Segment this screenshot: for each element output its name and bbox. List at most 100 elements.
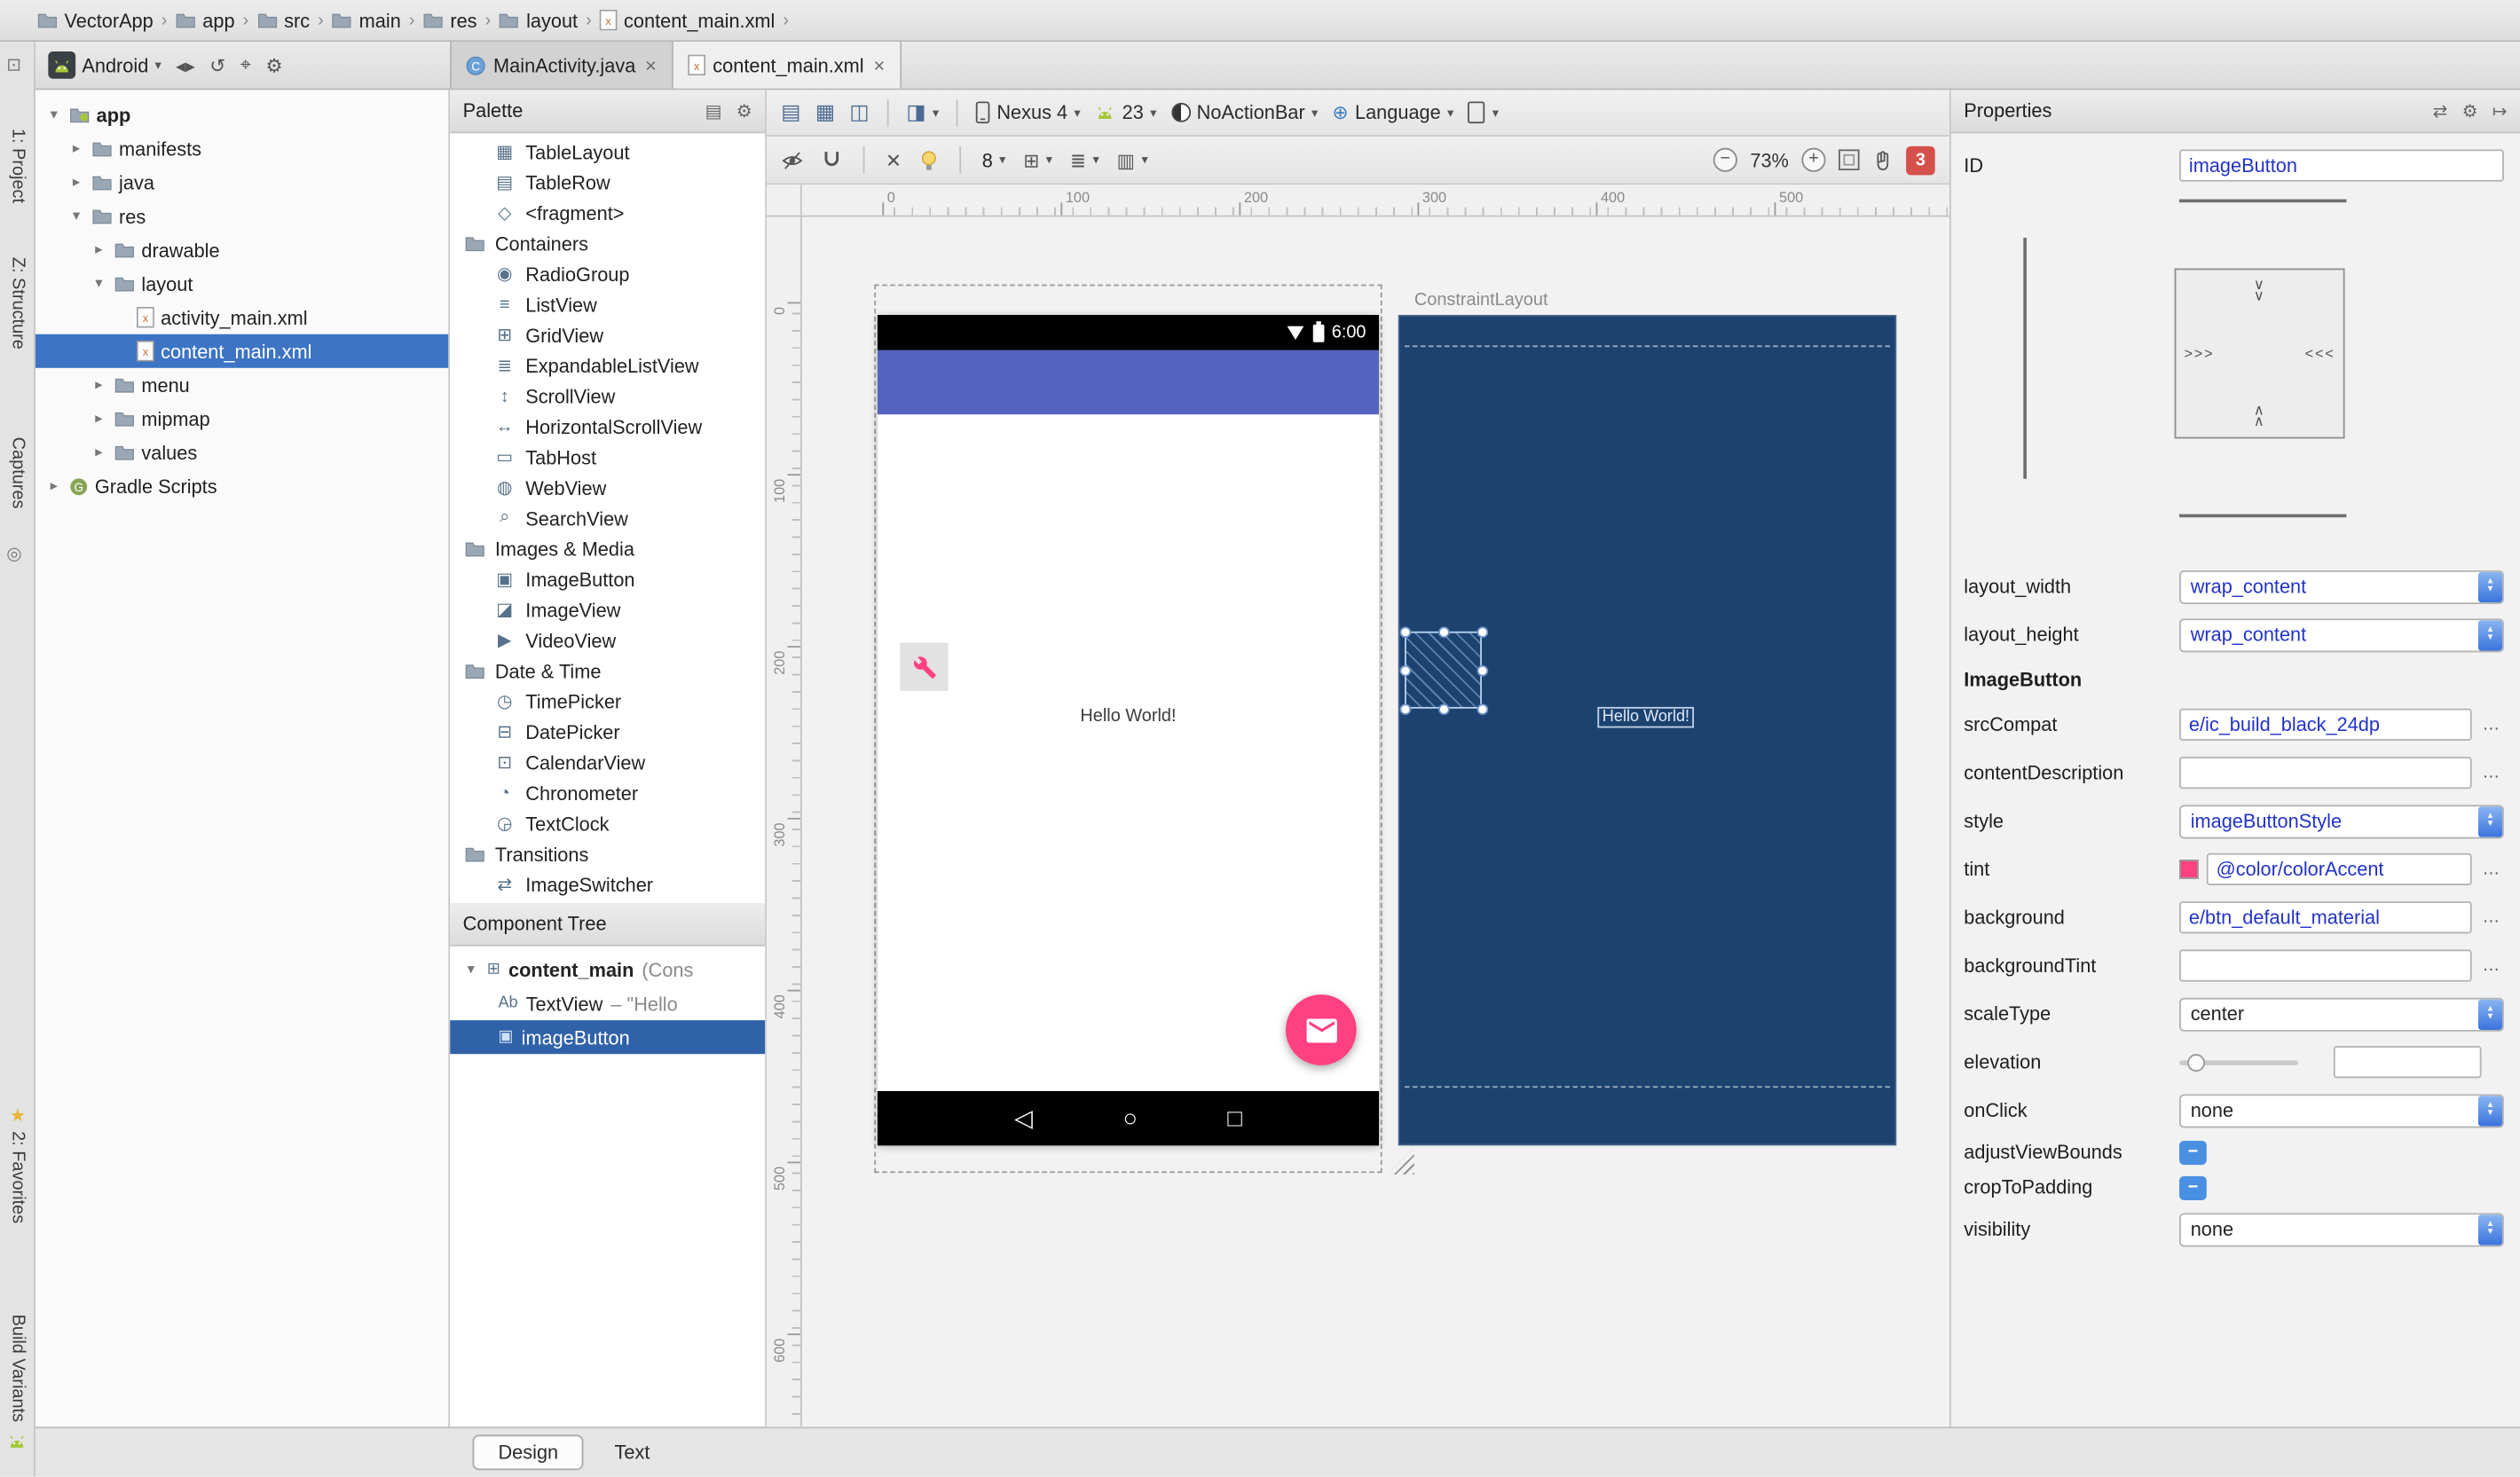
palette-item-radiogroup[interactable]: ◉ RadioGroup: [450, 259, 765, 289]
property-input-contentdescription[interactable]: [2179, 757, 2472, 790]
show-constraints-icon[interactable]: [781, 149, 803, 171]
project-tree-item-java[interactable]: ▸ java: [35, 166, 448, 200]
blueprint-mode-icon[interactable]: ▦: [815, 99, 835, 125]
property-input-backgroundtint[interactable]: [2179, 949, 2472, 982]
project-tree-item-activity-main-xml[interactable]: x activity_main.xml: [35, 301, 448, 334]
property-input-tint[interactable]: @color/colorAccent: [2206, 852, 2472, 885]
palette-item-textclock[interactable]: ◶ TextClock: [450, 808, 765, 838]
expand-arrow-icon[interactable]: ▸: [45, 477, 63, 495]
component-tree-item-textview[interactable]: Ab TextView – "Hello: [450, 986, 765, 1020]
palette-item-imageview[interactable]: ◪ ImageView: [450, 594, 765, 625]
project-tree-item-content-main-xml[interactable]: x content_main.xml: [35, 334, 449, 368]
collapse-arrow-icon[interactable]: ▾: [90, 275, 107, 293]
property-input-id[interactable]: imageButton: [2179, 149, 2504, 182]
expand-arrow-icon[interactable]: ▸: [67, 140, 85, 158]
blueprint-preview[interactable]: Hello World!: [1398, 314, 1897, 1146]
palette-item-horizontalscrollview[interactable]: ↔ HorizontalScrollView: [450, 412, 765, 442]
switch-layout-icon[interactable]: ⇄: [2433, 100, 2448, 122]
blueprint-textview[interactable]: Hello World!: [1597, 706, 1695, 728]
properties-gear-icon[interactable]: ⚙: [2462, 100, 2478, 122]
device-dropdown[interactable]: Nexus 4 ▾: [976, 101, 1081, 123]
palette-item-scrollview[interactable]: ↕ ScrollView: [450, 381, 765, 411]
tint-color-swatch[interactable]: [2179, 860, 2199, 879]
component-tree-item-content-main[interactable]: ▾ ⊞ content_main (Cons: [450, 953, 765, 986]
combo-stepper-icon[interactable]: [2477, 570, 2503, 602]
slider-knob[interactable]: [2187, 1053, 2205, 1072]
hello-world-textview[interactable]: Hello World!: [1080, 707, 1176, 727]
close-icon[interactable]: ×: [873, 54, 885, 76]
zoom-in-button[interactable]: +: [1801, 147, 1826, 172]
property-combo-scaletype[interactable]: center: [2179, 996, 2504, 1031]
palette-group-transitions[interactable]: Transitions: [450, 838, 765, 868]
browse-button[interactable]: …: [2480, 860, 2504, 879]
bottom-tab-design[interactable]: Design: [472, 1434, 585, 1471]
pan-hand-icon[interactable]: [1872, 149, 1894, 171]
selection-handle[interactable]: [1399, 626, 1412, 639]
tristate-checkbox-adjustviewbounds[interactable]: −: [2179, 1140, 2207, 1165]
browse-button[interactable]: …: [2480, 715, 2504, 735]
combo-stepper-icon[interactable]: [2477, 805, 2503, 837]
selection-handle[interactable]: [1399, 703, 1412, 715]
theme-editor-dropdown[interactable]: ◨ ▾: [906, 99, 939, 125]
selection-handle[interactable]: [1438, 626, 1450, 639]
breadcrumb-item-content-main-xml[interactable]: x content_main.xml: [598, 9, 776, 31]
palette-item-tabhost[interactable]: ▭ TabHost: [450, 442, 765, 472]
palette-group-images-media[interactable]: Images & Media: [450, 533, 765, 563]
tristate-checkbox-croptopadding[interactable]: −: [2179, 1175, 2207, 1200]
tool-strip-button-build-variants[interactable]: Build Variants: [0, 1315, 35, 1422]
palette-item-tablerow[interactable]: ▤ TableRow: [450, 167, 765, 197]
palette-item-fragment[interactable]: ◇ <fragment>: [450, 198, 765, 228]
breadcrumb-item-main[interactable]: main: [330, 9, 403, 31]
property-input-elevation[interactable]: [2333, 1046, 2482, 1079]
browse-button[interactable]: …: [2480, 956, 2504, 976]
expand-arrow-icon[interactable]: ▸: [67, 174, 85, 192]
project-tree-item-layout[interactable]: ▾ layout: [35, 267, 448, 301]
tool-strip-button-2-favorites[interactable]: ★ 2: Favorites: [0, 1105, 35, 1223]
project-tree-item-manifests[interactable]: ▸ manifests: [35, 132, 448, 166]
design-mode-icon[interactable]: ▤: [781, 99, 800, 125]
palette-item-datepicker[interactable]: ⊟ DatePicker: [450, 717, 765, 747]
selection-handle[interactable]: [1399, 664, 1412, 677]
combo-stepper-icon[interactable]: [2477, 1095, 2503, 1126]
settings-gear-icon[interactable]: ⚙: [265, 54, 282, 76]
palette-item-gridview[interactable]: ⊞ GridView: [450, 319, 765, 350]
image-button-wrench[interactable]: [900, 642, 949, 691]
close-icon[interactable]: ×: [645, 54, 657, 76]
property-input-srccompat[interactable]: e/ic_build_black_24dp: [2179, 708, 2472, 741]
selection-handle[interactable]: [1477, 664, 1489, 677]
property-combo-visibility[interactable]: none: [2179, 1212, 2504, 1246]
nav-back-forward-icon[interactable]: ◂▸: [176, 54, 195, 76]
property-combo-onclick[interactable]: none: [2179, 1093, 2504, 1127]
project-tree-item-app[interactable]: ▾ app: [35, 98, 448, 131]
blueprint-selected-imagebutton[interactable]: [1399, 626, 1489, 715]
property-combo-style[interactable]: imageButtonStyle: [2179, 804, 2504, 838]
design-preview[interactable]: 6:00 Hello World! ◁ ○ □: [877, 314, 1380, 1146]
bottom-tab-text[interactable]: Text: [589, 1434, 676, 1470]
selection-handle[interactable]: [1438, 703, 1450, 715]
autoconnect-icon[interactable]: [822, 149, 843, 170]
collapse-arrow-icon[interactable]: ▾: [463, 961, 479, 978]
browse-button[interactable]: …: [2480, 907, 2504, 927]
theme-style-dropdown[interactable]: NoActionBar ▾: [1170, 101, 1318, 123]
zoom-to-fit-icon[interactable]: [1839, 149, 1860, 170]
fab-email-button[interactable]: [1285, 994, 1357, 1065]
palette-item-expandablelistview[interactable]: ≣ ExpandableListView: [450, 350, 765, 381]
design-canvas[interactable]: 0 100 200 300 400 500 0 100 200 300 400 500 600 6:0…: [766, 185, 1950, 1427]
palette-group-containers[interactable]: Containers: [450, 228, 765, 258]
pack-dropdown[interactable]: ▥ ▾: [1117, 149, 1148, 171]
palette-item-imagebutton[interactable]: ▣ ImageButton: [450, 564, 765, 594]
property-combo-layout-width[interactable]: wrap_content: [2179, 570, 2504, 604]
elevation-slider[interactable]: [2179, 1053, 2299, 1072]
preview-content[interactable]: Hello World!: [877, 414, 1380, 1091]
project-tree-item-menu[interactable]: ▸ menu: [35, 368, 448, 402]
tool-strip-button-1-project[interactable]: 1: Project: [0, 129, 35, 203]
constraint-widget[interactable]: ∨ ∨ ∧ ∧ >>> <<<: [1964, 190, 2504, 562]
palette-item-chronometer[interactable]: ◔ Chronometer: [450, 778, 765, 808]
breadcrumb-item-app[interactable]: app: [174, 9, 237, 31]
expand-arrow-icon[interactable]: ▸: [90, 444, 107, 461]
project-tree-item-values[interactable]: ▸ values: [35, 436, 448, 469]
clear-constraints-icon[interactable]: ✕: [886, 149, 902, 171]
both-modes-icon[interactable]: ◫: [849, 99, 869, 125]
palette-item-videoview[interactable]: ▶ VideoView: [450, 625, 765, 656]
palette-gear-icon[interactable]: ⚙: [736, 100, 752, 122]
